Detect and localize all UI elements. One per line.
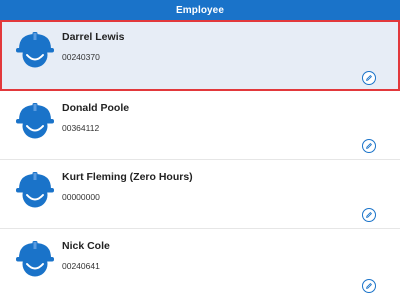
edit-employee-button[interactable] [362,71,376,85]
worker-avatar-icon [16,103,54,139]
employee-name: Donald Poole [62,102,130,114]
edit-employee-button[interactable] [362,279,376,293]
edit-employee-button[interactable] [362,139,376,153]
pencil-edit-icon [366,212,372,218]
edit-employee-button[interactable] [362,208,376,222]
worker-avatar-icon [16,32,54,68]
worker-avatar-icon [16,172,54,208]
employee-id: 00000000 [62,192,100,202]
employee-row[interactable]: Nick Cole 00240641 [0,229,400,296]
worker-avatar-icon [16,241,54,277]
employee-list: Darrel Lewis 00240370 Donald Poole 00364… [0,20,400,296]
employee-id: 00240370 [62,52,100,62]
employee-row[interactable]: Kurt Fleming (Zero Hours) 00000000 [0,160,400,229]
page-title: Employee [175,4,225,16]
pencil-edit-icon [366,75,372,81]
employee-row[interactable]: Donald Poole 00364112 [0,91,400,160]
employee-name: Kurt Fleming (Zero Hours) [62,171,193,183]
employee-name: Nick Cole [62,240,110,252]
employee-row-selected[interactable]: Darrel Lewis 00240370 [0,20,400,91]
pencil-edit-icon [366,283,372,289]
employee-id: 00364112 [62,123,100,133]
employee-id: 00240641 [62,261,100,271]
employee-name: Darrel Lewis [62,31,125,43]
pencil-edit-icon [366,143,372,149]
app-header: Employee [0,0,400,20]
